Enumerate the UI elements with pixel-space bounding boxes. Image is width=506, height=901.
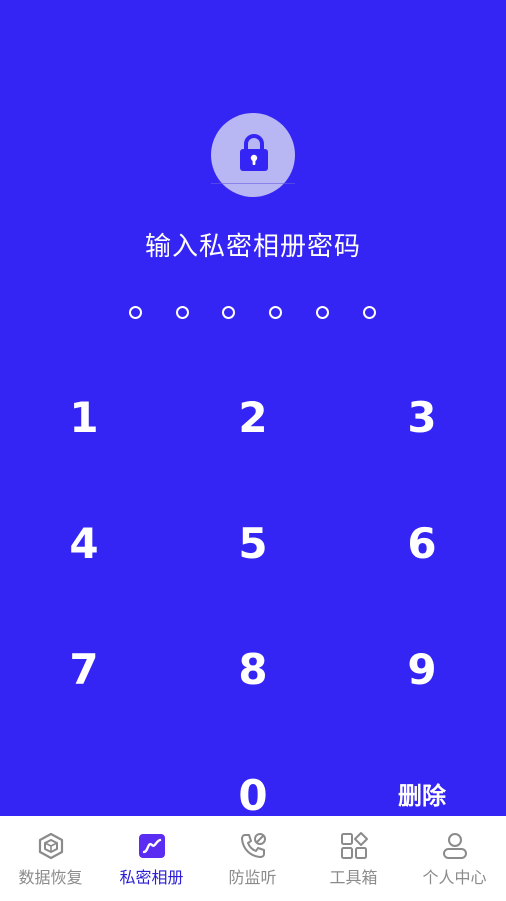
key-3[interactable]: 3 [362, 378, 482, 458]
pin-dot [316, 306, 329, 319]
tab-toolbox[interactable]: 工具箱 [303, 816, 404, 901]
tab-label: 工具箱 [329, 868, 378, 887]
pin-dot [363, 306, 376, 319]
cube-icon [38, 832, 64, 860]
lock-underline [211, 183, 295, 184]
lock-badge [211, 113, 295, 197]
tab-private-album[interactable]: 私密相册 [101, 816, 202, 901]
tab-label: 数据恢复 [18, 868, 83, 887]
key-9[interactable]: 9 [362, 630, 482, 710]
tab-profile[interactable]: 个人中心 [404, 816, 505, 901]
pin-dot [176, 306, 189, 319]
tab-data-recovery[interactable]: 数据恢复 [0, 816, 101, 901]
lock-icon [240, 134, 268, 171]
phone-block-icon [241, 833, 266, 858]
page-title: 输入私密相册密码 [144, 232, 361, 262]
passcode-screen: 输入私密相册密码 1 2 3 4 5 6 7 8 9 0 删除 [0, 0, 506, 820]
key-4[interactable]: 4 [24, 504, 144, 584]
tab-label: 防监听 [228, 868, 277, 887]
tab-label: 私密相册 [119, 868, 184, 887]
photo-album-icon [139, 834, 165, 858]
key-1[interactable]: 1 [24, 378, 144, 458]
key-2[interactable]: 2 [193, 378, 313, 458]
pin-dot [222, 306, 235, 319]
grid-tools-icon [341, 832, 368, 859]
key-7[interactable]: 7 [24, 630, 144, 710]
key-5[interactable]: 5 [193, 504, 313, 584]
key-6[interactable]: 6 [362, 504, 482, 584]
pin-dot [269, 306, 282, 319]
bottom-tab-bar: 数据恢复 私密相册 防监听 工具箱 个人中心 [0, 816, 506, 901]
key-8[interactable]: 8 [193, 630, 313, 710]
pin-indicator [0, 306, 506, 324]
user-icon [443, 833, 467, 859]
tab-anti-eavesdrop[interactable]: 防监听 [202, 816, 303, 901]
pin-dot [129, 306, 142, 319]
tab-label: 个人中心 [422, 868, 487, 887]
